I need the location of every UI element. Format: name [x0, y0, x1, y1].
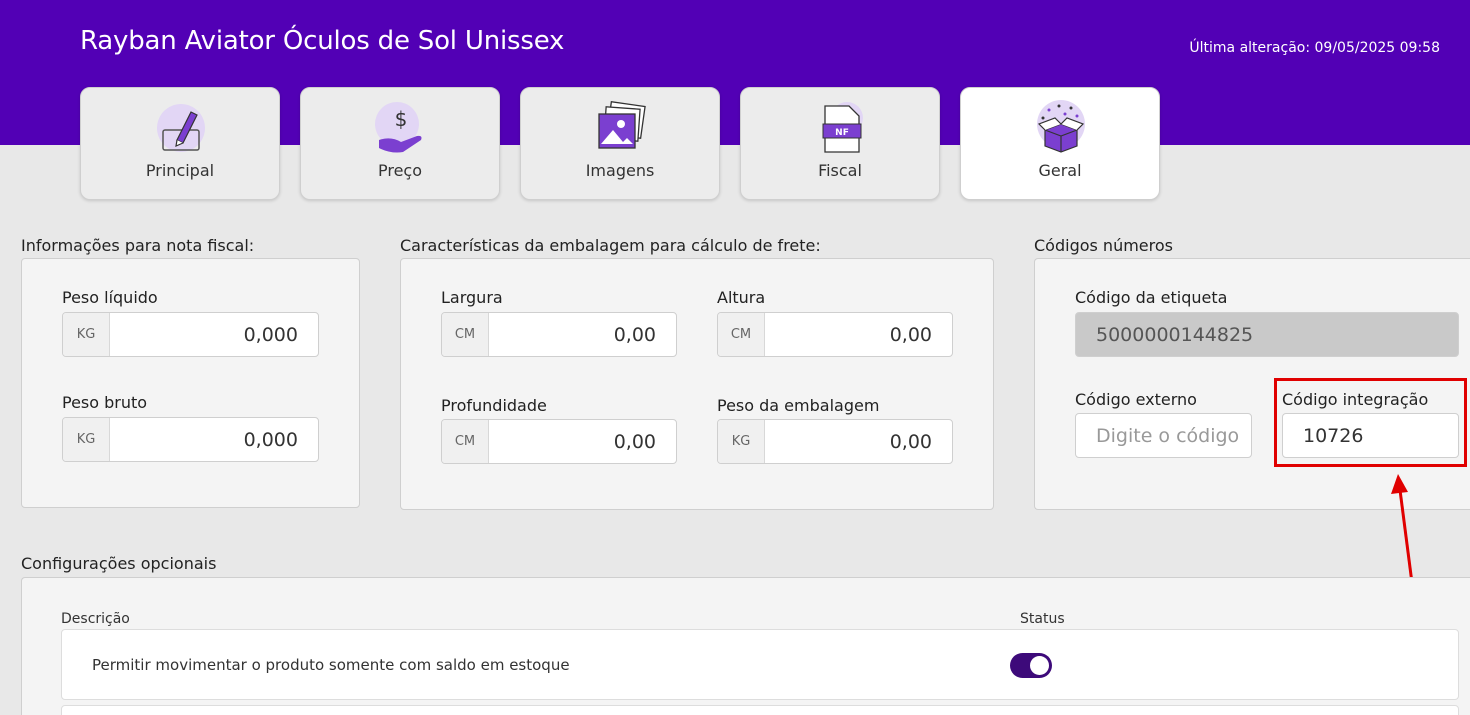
tab-label: Fiscal	[818, 161, 862, 180]
altura-label: Altura	[717, 288, 766, 307]
unit-addon: CM	[718, 313, 765, 356]
codigo-etiqueta-field: 5000000144825	[1075, 312, 1459, 357]
tab-label: Geral	[1038, 161, 1082, 180]
largura-label: Largura	[441, 288, 503, 307]
last-update-timestamp: Última alteração: 09/05/2025 09:58	[1189, 40, 1440, 56]
input-value[interactable]: 0,00	[489, 420, 676, 463]
tab-label: Imagens	[585, 161, 655, 180]
peso-bruto-input[interactable]: KG 0,000	[62, 417, 319, 462]
input-value[interactable]: 0,00	[489, 313, 676, 356]
input-value[interactable]: 0,00	[765, 313, 952, 356]
tab-label: Principal	[145, 161, 215, 180]
profundidade-label: Profundidade	[441, 396, 547, 415]
peso-embalagem-input[interactable]: KG 0,00	[717, 419, 953, 464]
pencil-edit-icon	[157, 104, 205, 152]
largura-input[interactable]: CM 0,00	[441, 312, 677, 357]
tab-imagens[interactable]: Imagens	[520, 87, 720, 200]
col-header-descricao: Descrição	[61, 611, 130, 627]
tab-principal[interactable]: Principal	[80, 87, 280, 200]
images-icon	[598, 101, 646, 149]
svg-text:NF: NF	[835, 128, 849, 138]
embalagem-title: Características da embalagem para cálcul…	[400, 236, 821, 255]
unit-addon: CM	[442, 313, 489, 356]
altura-input[interactable]: CM 0,00	[717, 312, 953, 357]
option-row	[61, 705, 1459, 715]
input-value[interactable]: 0,000	[110, 418, 318, 461]
tab-preco[interactable]: $ Preço	[300, 87, 500, 200]
codigos-title: Códigos números	[1034, 236, 1173, 255]
gift-box-icon	[1037, 100, 1085, 153]
input-value[interactable]: 0,00	[765, 420, 952, 463]
option-description: Permitir movimentar o produto somente co…	[92, 656, 570, 674]
annotation-highlight-box	[1274, 378, 1467, 467]
peso-embalagem-label: Peso da embalagem	[717, 396, 880, 415]
option-row: Permitir movimentar o produto somente co…	[61, 629, 1459, 700]
svg-text:$: $	[395, 107, 408, 131]
unit-addon: KG	[63, 418, 110, 461]
toggle-knob	[1030, 656, 1049, 675]
unit-addon: KG	[63, 313, 110, 356]
codigo-externo-input[interactable]: Digite o código	[1075, 413, 1252, 458]
peso-bruto-label: Peso bruto	[62, 393, 148, 412]
tab-fiscal[interactable]: NF Fiscal	[740, 87, 940, 200]
dollar-hand-icon: $	[375, 102, 422, 153]
tab-label: Preço	[377, 161, 423, 180]
nota-fiscal-title: Informações para nota fiscal:	[21, 236, 255, 255]
nf-document-icon: NF	[822, 102, 863, 153]
status-toggle[interactable]	[1010, 653, 1052, 678]
opcionais-title: Configurações opcionais	[21, 554, 217, 573]
tab-geral[interactable]: Geral	[960, 87, 1160, 200]
unit-addon: KG	[718, 420, 765, 463]
codigo-etiqueta-label: Código da etiqueta	[1075, 288, 1228, 307]
unit-addon: CM	[442, 420, 489, 463]
peso-liquido-input[interactable]: KG 0,000	[62, 312, 319, 357]
product-title: Rayban Aviator Óculos de Sol Unissex	[80, 26, 565, 56]
profundidade-input[interactable]: CM 0,00	[441, 419, 677, 464]
col-header-status: Status	[1020, 611, 1065, 627]
codigo-externo-label: Código externo	[1075, 390, 1197, 409]
input-value[interactable]: 0,000	[110, 313, 318, 356]
peso-liquido-label: Peso líquido	[62, 288, 158, 307]
